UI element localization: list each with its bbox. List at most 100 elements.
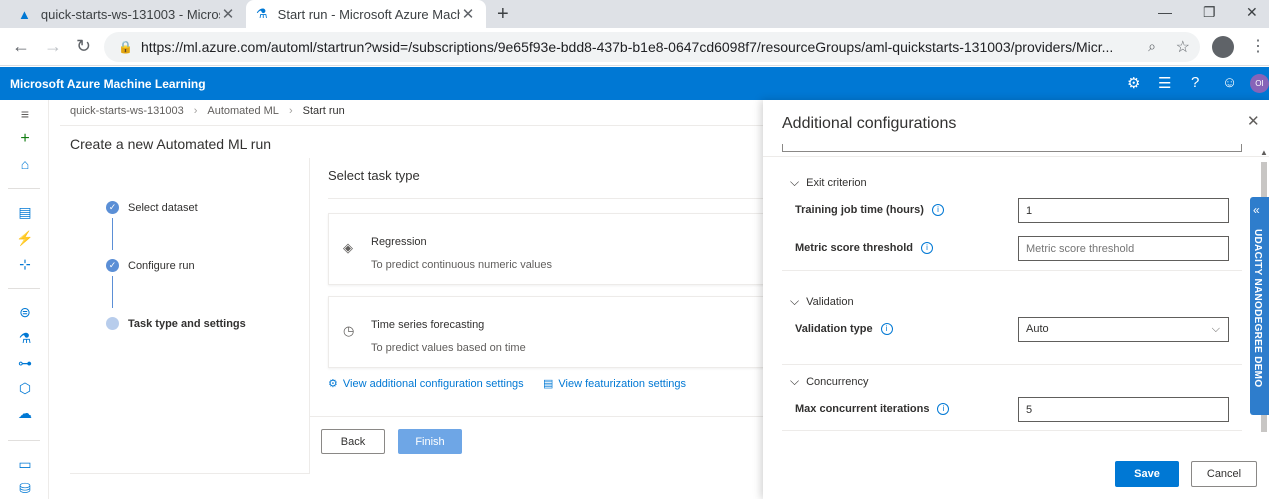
clock-icon: ◷ <box>343 323 355 338</box>
divider <box>782 270 1242 271</box>
task-card-forecasting[interactable]: ◷ Time series forecasting To predict val… <box>328 296 768 368</box>
info-icon[interactable]: i <box>937 403 950 415</box>
window-close-icon[interactable]: ✕ <box>1246 4 1258 21</box>
section-title: Validation <box>806 295 854 308</box>
ribbon-text: UDACITY NANODEGREE DEMO <box>1252 229 1263 388</box>
url-text: https://ml.azure.com/automl/startrun?wsi… <box>140 39 1114 55</box>
scroll-up-icon[interactable]: ▲ <box>1260 148 1268 157</box>
reload-icon[interactable]: ↻ <box>76 36 91 56</box>
link-text: View featurization settings <box>558 377 686 390</box>
url-field[interactable]: 🔒 https://ml.azure.com/automl/startrun?w… <box>104 32 1200 62</box>
browser-tab-active[interactable]: ⚗ Start run - Microsoft Azure Machine Le… <box>246 0 486 28</box>
info-icon[interactable]: i <box>920 242 933 254</box>
help-icon[interactable]: ? <box>1191 74 1199 91</box>
endpoints-icon[interactable]: ☁ <box>16 405 34 422</box>
minimize-icon[interactable]: — <box>1158 4 1172 20</box>
azure-logo-icon: ▲ <box>18 6 31 22</box>
smiley-icon[interactable]: ☺ <box>1222 74 1237 91</box>
close-tab-icon[interactable]: ✕ <box>220 5 236 23</box>
models-icon[interactable]: ⬡ <box>16 380 34 397</box>
home-icon[interactable]: ⌂ <box>16 156 34 172</box>
chevron-right-icon: › <box>193 105 198 117</box>
bookmark-star-icon[interactable]: ☆ <box>1176 37 1190 57</box>
user-avatar[interactable]: OI <box>1250 74 1269 93</box>
chevron-down-icon: ⌵ <box>790 175 800 189</box>
pipelines-icon[interactable]: ⊶ <box>16 355 34 372</box>
save-button[interactable]: Save <box>1115 461 1179 487</box>
datastores-icon[interactable]: ⛁ <box>16 480 34 497</box>
step-label: Configure run <box>128 259 195 272</box>
task-type-heading: Select task type <box>328 168 420 183</box>
chevron-right-icon: › <box>288 105 293 117</box>
compute-icon[interactable]: ▭ <box>16 456 34 473</box>
task-description: To predict values based on time <box>371 342 526 354</box>
label-text: Metric score threshold <box>795 242 913 254</box>
metric-threshold-label: Metric score threshold i <box>795 242 933 254</box>
previous-field-edge <box>782 144 1242 152</box>
divider <box>782 364 1242 365</box>
nav-divider <box>8 288 40 289</box>
browser-menu-icon[interactable]: ⋮ <box>1250 36 1266 56</box>
page-title: Create a new Automated ML run <box>70 136 272 152</box>
profile-avatar[interactable] <box>1212 36 1234 58</box>
divider <box>60 125 770 126</box>
udacity-ribbon[interactable]: « UDACITY NANODEGREE DEMO <box>1250 197 1269 415</box>
section-exit-criterion[interactable]: ⌵ Exit criterion <box>790 175 867 190</box>
plus-icon[interactable]: + <box>16 130 34 148</box>
max-concurrent-input[interactable] <box>1018 397 1229 422</box>
experiments-icon[interactable]: ⚗ <box>16 330 34 347</box>
section-validation[interactable]: ⌵ Validation <box>790 294 854 309</box>
datasets-icon[interactable]: ⊜ <box>16 304 34 321</box>
forward-arrow-icon[interactable]: → <box>44 36 62 56</box>
app-title[interactable]: Microsoft Azure Machine Learning <box>10 77 206 91</box>
training-time-input[interactable] <box>1018 198 1229 223</box>
step-select-dataset[interactable]: ✓ Select dataset <box>106 201 198 214</box>
hamburger-menu-icon[interactable]: ≡ <box>16 106 34 122</box>
metric-threshold-input[interactable] <box>1018 236 1229 261</box>
divider <box>310 416 770 417</box>
new-tab-icon[interactable]: + <box>497 3 509 26</box>
training-time-label: Training job time (hours) i <box>795 204 944 216</box>
feedback-icon[interactable]: ☰ <box>1158 74 1171 92</box>
breadcrumb-current: Start run <box>302 105 345 117</box>
finish-button[interactable]: Finish <box>398 429 462 454</box>
left-navigation: ≡ + ⌂ ▤ ⚡ ⊹ ⊜ ⚗ ⊶ ⬡ ☁ ▭ ⛁ <box>0 100 49 499</box>
chevron-down-icon: ⌵ <box>790 374 800 388</box>
info-icon[interactable]: i <box>880 323 893 335</box>
validation-type-label: Validation type i <box>795 323 893 335</box>
breadcrumb-automl[interactable]: Automated ML <box>207 105 279 117</box>
tab-title: quick-starts-ws-131003 - Microsoft <box>40 6 220 22</box>
tab-title: Start run - Microsoft Azure Machine Lear… <box>277 6 460 22</box>
flask-icon: ⚗ <box>256 6 268 21</box>
cancel-button[interactable]: Cancel <box>1191 461 1257 487</box>
close-tab-icon[interactable]: ✕ <box>460 5 476 23</box>
restore-icon[interactable]: ❐ <box>1203 4 1216 21</box>
section-concurrency[interactable]: ⌵ Concurrency <box>790 374 868 389</box>
label-text: Validation type <box>795 323 873 335</box>
step-task-type[interactable]: Task type and settings <box>106 317 246 330</box>
automl-icon[interactable]: ⚡ <box>16 230 34 247</box>
label-text: Training job time (hours) <box>795 204 924 216</box>
validation-type-dropdown[interactable]: Auto ⌵ <box>1018 317 1229 342</box>
back-button[interactable]: Back <box>321 429 385 454</box>
back-arrow-icon[interactable]: ← <box>12 36 30 56</box>
browser-tab[interactable]: ▲ quick-starts-ws-131003 - Microsoft ✕ <box>8 0 246 28</box>
regression-icon: ◈ <box>343 240 353 255</box>
close-icon[interactable]: ✕ <box>1247 112 1260 130</box>
check-circle-icon: ✓ <box>106 259 119 272</box>
info-icon[interactable]: i <box>931 204 944 216</box>
step-configure-run[interactable]: ✓ Configure run <box>106 259 195 272</box>
notebook-icon[interactable]: ▤ <box>16 204 34 221</box>
designer-icon[interactable]: ⊹ <box>16 256 34 273</box>
browser-tab-bar: ▲ quick-starts-ws-131003 - Microsoft ✕ ⚗… <box>0 0 1269 28</box>
additional-config-link[interactable]: ⚙ View additional configuration settings <box>328 377 524 391</box>
task-name: Regression <box>371 236 427 248</box>
nav-divider <box>8 188 40 189</box>
settings-gear-icon[interactable]: ⚙ <box>1127 74 1140 92</box>
additional-config-panel: Additional configurations ✕ ▲ ⌵ Exit cri… <box>763 100 1269 499</box>
breadcrumb-workspace[interactable]: quick-starts-ws-131003 <box>70 105 184 117</box>
zoom-icon[interactable]: ⌕ <box>1148 38 1156 55</box>
current-step-dot-icon <box>106 317 119 330</box>
featurization-link[interactable]: ▤ View featurization settings <box>543 377 686 391</box>
task-card-regression[interactable]: ◈ Regression To predict continuous numer… <box>328 213 768 285</box>
